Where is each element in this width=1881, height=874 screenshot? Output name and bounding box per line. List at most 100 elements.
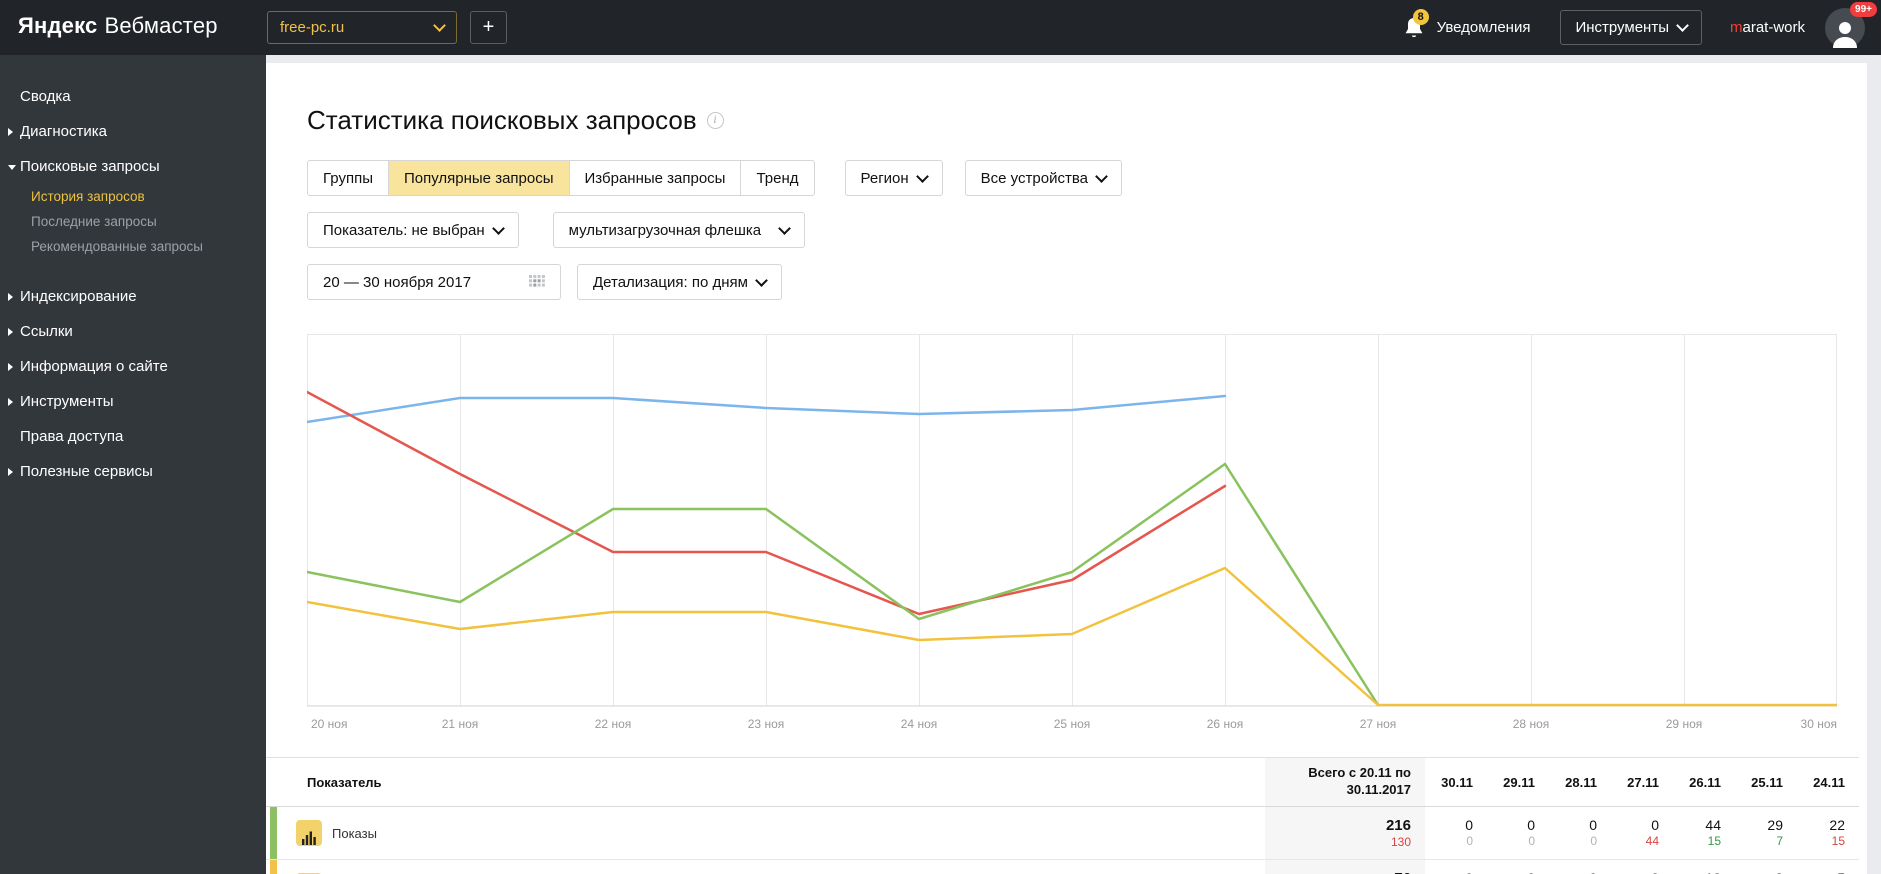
- day-value: 0: [1425, 870, 1473, 874]
- x-tick-label: 22 ноя: [594, 717, 632, 731]
- sidebar-item-poleznye-servisy[interactable]: Полезные сервисы: [0, 454, 266, 489]
- sidebar-item-diagnostika[interactable]: Диагностика: [0, 114, 266, 149]
- query-filter-dropdown[interactable]: мультизагрузочная флешка: [552, 212, 805, 248]
- day-value: 0: [1465, 817, 1473, 834]
- column-header-date: 27.11: [1627, 774, 1659, 790]
- yandex-webmaster-logo[interactable]: Яндекс Вебмастер: [18, 13, 218, 39]
- detail-dropdown[interactable]: Детализация: по дням: [577, 264, 782, 300]
- column-header-date: 28.11: [1565, 774, 1597, 790]
- sidebar-item-label: Права доступа: [20, 428, 124, 445]
- day-compare-value: 0: [1590, 834, 1597, 849]
- sidebar: Сводка Диагностика Поисковые запросы Ист…: [0, 55, 266, 874]
- day-value: 0: [1651, 817, 1659, 834]
- column-header-date: 26.11: [1689, 774, 1721, 790]
- bar-chart-toggle-icon[interactable]: [296, 820, 322, 846]
- chevron-down-icon: [1676, 19, 1689, 32]
- x-tick-label: 27 ноя: [1359, 717, 1397, 731]
- sidebar-item-ssylki[interactable]: Ссылки: [0, 314, 266, 349]
- value-cell: 00: [1425, 817, 1487, 848]
- tab-gruppy[interactable]: Группы: [307, 160, 389, 196]
- sidebar-subitem-rekomendovannye-zaprosy[interactable]: Рекомендованные запросы: [0, 234, 266, 259]
- day-value: 0: [1589, 817, 1597, 834]
- avatar-counter-badge: 99+: [1850, 1, 1877, 17]
- sidebar-item-label: Индексирование: [20, 288, 137, 305]
- x-tick-label: 23 ноя: [747, 717, 785, 731]
- day-value: 44: [1705, 817, 1721, 834]
- total-cell: 216 130: [1265, 807, 1425, 859]
- sidebar-item-label: Последние запросы: [31, 214, 157, 229]
- metric-filter-dropdown[interactable]: Показатель: не выбран: [307, 212, 519, 248]
- sidebar-item-label: Полезные сервисы: [20, 463, 153, 480]
- chevron-right-icon: [8, 467, 13, 476]
- chevron-down-icon: [8, 164, 16, 170]
- chevron-right-icon: [8, 292, 13, 301]
- notifications-button[interactable]: 8: [1403, 8, 1429, 40]
- page-title: Статистика поисковых запросов i: [307, 105, 1867, 136]
- region-dropdown[interactable]: Регион: [844, 160, 943, 196]
- sidebar-item-label: Рекомендованные запросы: [31, 239, 203, 254]
- date-range-input[interactable]: 20 — 30 ноября 2017: [307, 264, 561, 300]
- day-compare-value: 15: [1831, 834, 1845, 849]
- table-row-impressions[interactable]: Показы 216 130 00 00 00 0 44 44 15 29 7 22 1…: [266, 807, 1859, 860]
- row-color-stripe: [270, 807, 277, 859]
- topbar-right-group: 8 Уведомления Инструменты marat-work 99+: [1403, 0, 1877, 55]
- sidebar-item-informatsiya-o-sayte[interactable]: Информация о сайте: [0, 349, 266, 384]
- chevron-right-icon: [8, 362, 13, 371]
- x-tick-label: 28 ноя: [1512, 717, 1550, 731]
- person-icon: [1833, 21, 1857, 48]
- tab-populyarnye-zaprosy[interactable]: Популярные запросы: [387, 160, 570, 196]
- column-header-metric: Показатель: [307, 774, 382, 790]
- day-value: 0: [1487, 870, 1535, 874]
- username[interactable]: marat-work: [1730, 19, 1805, 36]
- sidebar-item-poiskovye-zaprosy[interactable]: Поисковые запросы: [0, 149, 266, 184]
- tab-izbrannye-zaprosy[interactable]: Избранные запросы: [568, 160, 742, 196]
- tab-group: Группы Популярные запросы Избранные запрос…: [307, 160, 815, 196]
- username-first-letter: m: [1729, 19, 1743, 36]
- devices-label: Все устройства: [980, 169, 1088, 187]
- x-tick-label: 29 ноя: [1665, 717, 1703, 731]
- site-selector-value: free-pc.ru: [280, 19, 345, 36]
- chevron-down-icon: [915, 169, 929, 183]
- sidebar-item-label: Диагностика: [20, 123, 107, 140]
- total-header-line1: Всего с 20.11 по: [1308, 765, 1411, 781]
- x-axis-labels: 20 ноя 21 ноя 22 ноя 23 ноя 24 ноя 25 но…: [307, 713, 1837, 737]
- sidebar-item-label: Информация о сайте: [20, 358, 168, 375]
- tab-trend[interactable]: Тренд: [740, 160, 815, 196]
- day-compare-value: 0: [1528, 834, 1535, 849]
- sidebar-item-prava-dostupa[interactable]: Права доступа: [0, 419, 266, 454]
- column-header-total: Всего с 20.11 по 30.11.2017: [1265, 758, 1425, 806]
- x-tick-label: 26 ноя: [1206, 717, 1244, 731]
- chevron-right-icon: [8, 327, 13, 336]
- sidebar-item-instrumenty[interactable]: Инструменты: [0, 384, 266, 419]
- tools-label: Инструменты: [1575, 19, 1669, 36]
- sidebar-item-label: История запросов: [31, 189, 145, 204]
- query-filter-label: мультизагрузочная флешка: [568, 221, 762, 239]
- x-tick-label: 30 ноя: [1800, 717, 1837, 731]
- metric-name: Показы: [332, 825, 377, 841]
- devices-dropdown[interactable]: Все устройства: [964, 160, 1122, 196]
- add-site-button[interactable]: +: [470, 11, 507, 44]
- detail-label: Детализация: по дням: [593, 273, 748, 291]
- value-cell: 0 44: [1611, 817, 1673, 848]
- avatar[interactable]: 99+: [1825, 1, 1877, 48]
- total-header-line2: 30.11.2017: [1346, 782, 1411, 797]
- metric-filter-label: Показатель: не выбран: [323, 221, 485, 239]
- logo-product: Вебмастер: [104, 13, 218, 38]
- row-color-stripe: [270, 860, 277, 874]
- value-cell: 29 7: [1735, 817, 1797, 848]
- sidebar-item-indeksirovanie[interactable]: Индексирование: [0, 279, 266, 314]
- info-icon[interactable]: i: [706, 112, 724, 129]
- logo-brand: Яндекс: [18, 13, 98, 38]
- sidebar-subitem-istoriya-zaprosov[interactable]: История запросов: [0, 184, 266, 209]
- day-value: 18: [1673, 870, 1721, 874]
- notifications-label[interactable]: Уведомления: [1437, 19, 1531, 36]
- site-selector-dropdown[interactable]: free-pc.ru: [267, 11, 457, 44]
- table-row-clicks[interactable]: Клики 76 33 00 00 00 018 1810 83 56: [266, 860, 1859, 874]
- tools-dropdown-button[interactable]: Инструменты: [1560, 10, 1702, 45]
- day-value: 22: [1829, 817, 1845, 834]
- value-cell: 00: [1425, 870, 1487, 874]
- sidebar-item-svodka[interactable]: Сводка: [0, 79, 266, 114]
- sidebar-subitem-poslednie-zaprosy[interactable]: Последние запросы: [0, 209, 266, 234]
- table-header-row: Показатель Всего с 20.11 по 30.11.2017 3…: [266, 758, 1859, 807]
- sidebar-nav: Сводка Диагностика Поисковые запросы Ист…: [0, 79, 266, 489]
